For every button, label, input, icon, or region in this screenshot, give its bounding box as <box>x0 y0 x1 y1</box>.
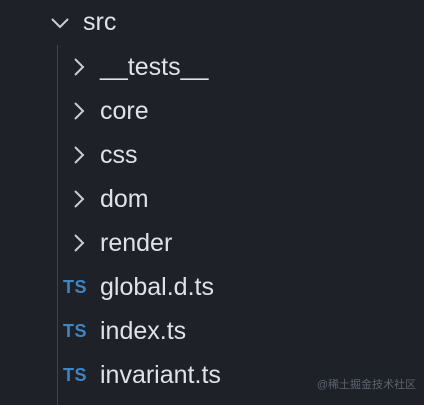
typescript-file-icon: TS <box>63 277 88 297</box>
folder-src[interactable]: src <box>0 0 424 44</box>
chevron-right-icon <box>67 188 89 210</box>
folder-label: dom <box>100 185 149 213</box>
folder-css[interactable]: css <box>0 133 424 177</box>
file-explorer-tree: src __tests__ core css dom render TS glo… <box>0 0 424 405</box>
chevron-right-icon <box>67 232 89 254</box>
chevron-right-icon <box>67 100 89 122</box>
typescript-file-icon: TS <box>63 321 88 341</box>
file-label: invariant.ts <box>100 361 221 389</box>
chevron-right-icon <box>67 56 89 78</box>
folder-label: __tests__ <box>100 53 209 81</box>
file-label: global.d.ts <box>100 273 214 301</box>
typescript-file-icon: TS <box>63 365 88 385</box>
file-index-ts[interactable]: TS index.ts <box>0 309 424 353</box>
file-label: index.ts <box>100 317 187 345</box>
folder-tests[interactable]: __tests__ <box>0 45 424 89</box>
chevron-down-icon <box>49 12 71 34</box>
watermark: @稀土掘金技术社区 <box>316 379 416 391</box>
folder-label: core <box>100 97 149 125</box>
folder-label: src <box>83 8 117 36</box>
folder-dom[interactable]: dom <box>0 177 424 221</box>
chevron-right-icon <box>67 144 89 166</box>
folder-core[interactable]: core <box>0 89 424 133</box>
folder-label: render <box>100 229 173 257</box>
folder-label: css <box>100 141 138 169</box>
file-global-d-ts[interactable]: TS global.d.ts <box>0 265 424 309</box>
folder-render[interactable]: render <box>0 221 424 265</box>
